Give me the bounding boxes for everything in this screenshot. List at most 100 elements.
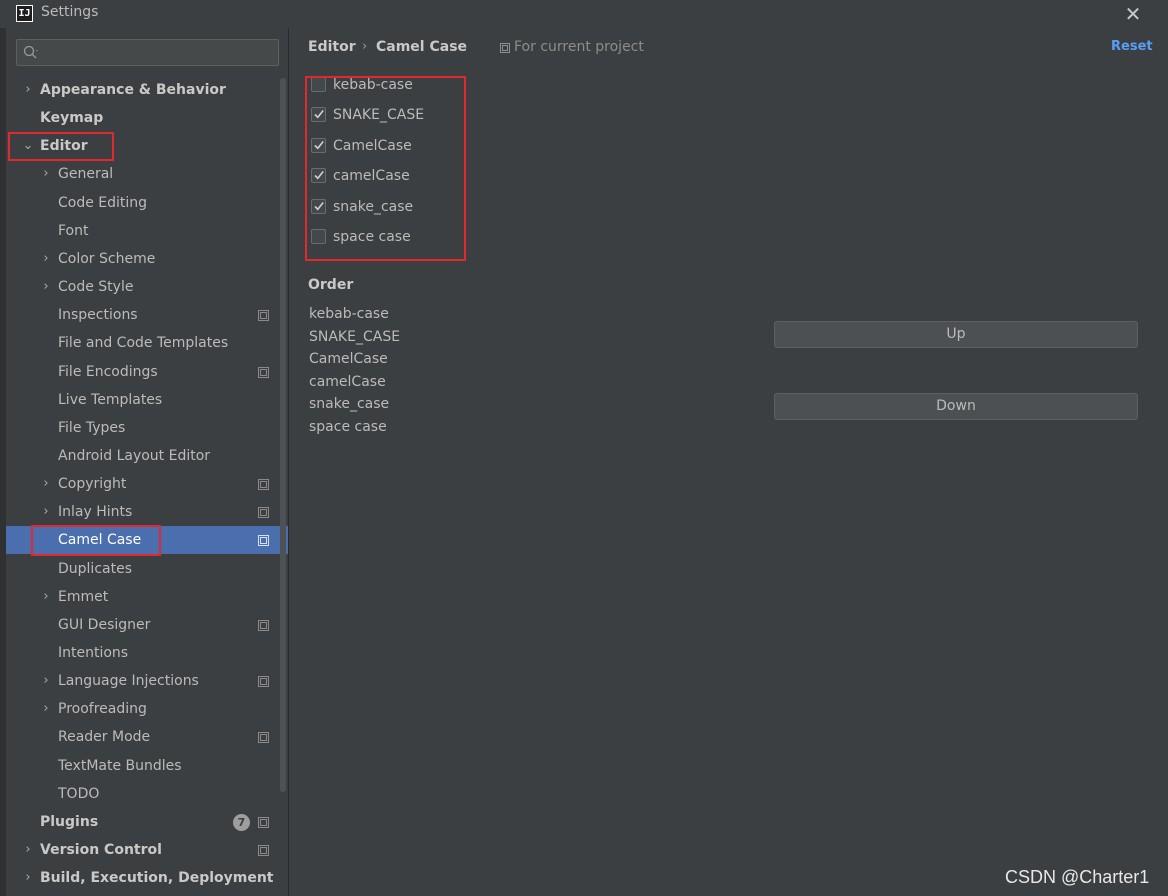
chevron-right-icon[interactable]: › xyxy=(40,245,52,273)
project-scope-icon xyxy=(258,479,269,491)
check-mark-icon xyxy=(314,201,324,211)
order-list-item[interactable]: SNAKE_CASE xyxy=(309,326,400,348)
down-button[interactable]: Down xyxy=(774,393,1138,420)
sidebar-item-inlay-hints[interactable]: › Inlay Hints xyxy=(6,498,288,526)
sidebar-item-label: Code Style xyxy=(58,279,134,296)
style-checkbox-label: CamelCase xyxy=(333,137,412,154)
window-title: Settings xyxy=(41,4,99,20)
sidebar-item-appearance-behavior[interactable]: › Appearance & Behavior xyxy=(6,76,288,104)
sidebar-item-proofreading[interactable]: › Proofreading xyxy=(6,695,288,723)
settings-content: Editor › Camel Case For current project … xyxy=(289,28,1168,896)
watermark: CSDN @Charter1 xyxy=(1005,867,1150,887)
chevron-down-icon[interactable]: ⌄ xyxy=(22,132,34,160)
sidebar-item-duplicates[interactable]: Duplicates xyxy=(6,555,288,583)
sidebar-item-gui-designer[interactable]: GUI Designer xyxy=(6,611,288,639)
sidebar-item-label: Keymap xyxy=(40,110,104,127)
sidebar-item-live-templates[interactable]: Live Templates xyxy=(6,386,288,414)
sidebar-item-inspections[interactable]: Inspections xyxy=(6,301,288,329)
check-mark-icon xyxy=(314,171,324,180)
style-checkbox-label: space case xyxy=(333,229,411,245)
checkbox-unchecked[interactable] xyxy=(311,229,326,244)
chevron-right-icon[interactable]: › xyxy=(22,864,34,892)
checkbox-checked[interactable] xyxy=(311,107,326,123)
sidebar-item-code-editing[interactable]: Code Editing xyxy=(6,189,288,217)
reset-link[interactable]: Reset xyxy=(1111,39,1153,54)
sidebar-item-label: General xyxy=(58,166,114,183)
sidebar-item-camel-case[interactable]: Camel Case xyxy=(6,526,288,555)
order-list-item[interactable]: kebab-case xyxy=(309,303,389,325)
chevron-right-icon[interactable]: › xyxy=(40,583,52,611)
sidebar-item-label: Proofreading xyxy=(58,701,147,718)
search-field[interactable] xyxy=(16,39,279,66)
chevron-right-icon[interactable]: › xyxy=(22,836,34,864)
sidebar-item-label: Duplicates xyxy=(58,560,132,577)
checkbox-checked[interactable] xyxy=(311,198,326,214)
sidebar-item-file-encodings[interactable]: File Encodings xyxy=(6,358,288,386)
chevron-right-icon[interactable]: › xyxy=(22,76,34,104)
sidebar-item-color-scheme[interactable]: › Color Scheme xyxy=(6,245,288,273)
search-input[interactable] xyxy=(47,42,272,63)
sidebar-item-intentions[interactable]: Intentions xyxy=(6,639,288,667)
chevron-right-icon[interactable]: › xyxy=(40,470,52,498)
sidebar-item-label: File Types xyxy=(58,419,126,436)
sidebar-item-general[interactable]: › General xyxy=(6,160,288,188)
sidebar-item-label: Language Injections xyxy=(58,673,199,690)
sidebar-item-file-types[interactable]: File Types xyxy=(6,414,288,442)
sidebar-item-label: Version Control xyxy=(40,842,162,859)
project-scope-icon xyxy=(258,619,269,631)
sidebar-item-textmate-bundles[interactable]: TextMate Bundles xyxy=(6,752,288,780)
sidebar-item-copyright[interactable]: › Copyright xyxy=(6,470,288,498)
project-scope-icon xyxy=(258,310,269,322)
sidebar-item-plugins[interactable]: Plugins 7 xyxy=(6,808,288,836)
project-scope-icon xyxy=(258,366,269,378)
title-bar: IJ Settings ✕ xyxy=(0,0,1168,28)
sidebar-item-version-control[interactable]: › Version Control xyxy=(6,836,288,864)
sidebar-item-label: Camel Case xyxy=(58,532,142,549)
order-heading: Order xyxy=(308,277,354,293)
sidebar-item-font[interactable]: Font xyxy=(6,217,288,245)
sidebar-item-language-injections[interactable]: › Language Injections xyxy=(6,667,288,695)
sidebar-item-label: Font xyxy=(58,222,89,239)
sidebar-item-code-style[interactable]: › Code Style xyxy=(6,273,288,301)
sidebar-item-label: File and Code Templates xyxy=(58,335,229,352)
sidebar-item-label: Plugins xyxy=(40,813,99,830)
sidebar-item-todo[interactable]: TODO xyxy=(6,780,288,808)
order-list-item[interactable]: snake_case xyxy=(309,393,389,415)
chevron-right-icon[interactable]: › xyxy=(40,273,52,301)
sidebar-item-label: Appearance & Behavior xyxy=(40,82,226,98)
sidebar-item-file-and-code-templates[interactable]: File and Code Templates xyxy=(6,329,288,357)
sidebar-item-label: Editor xyxy=(40,138,88,155)
chevron-right-icon[interactable]: › xyxy=(40,498,52,526)
order-list-item[interactable]: space case xyxy=(309,416,387,438)
sidebar-item-android-layout-editor[interactable]: Android Layout Editor xyxy=(6,442,288,470)
sidebar-item-label: Emmet xyxy=(58,588,109,605)
style-checkbox-label: SNAKE_CASE xyxy=(333,107,425,124)
breadcrumb-editor[interactable]: Editor xyxy=(308,39,356,55)
order-list-item[interactable]: CamelCase xyxy=(309,348,388,370)
sidebar-item-emmet[interactable]: › Emmet xyxy=(6,583,288,611)
project-scope-icon xyxy=(258,732,269,744)
chevron-right-icon[interactable]: › xyxy=(40,667,52,695)
sidebar-item-label: Android Layout Editor xyxy=(58,447,211,464)
intellij-logo-icon: IJ xyxy=(16,5,33,22)
plugins-update-badge: 7 xyxy=(233,813,250,831)
check-mark-icon xyxy=(314,110,324,119)
chevron-right-icon[interactable]: › xyxy=(40,160,52,188)
up-button[interactable]: Up xyxy=(774,321,1138,348)
style-checkbox-label: snake_case xyxy=(333,198,414,215)
order-list-item[interactable]: camelCase xyxy=(309,371,386,393)
search-icon xyxy=(23,45,38,59)
checkbox-unchecked[interactable] xyxy=(311,77,326,92)
check-mark-icon xyxy=(314,140,324,150)
sidebar-item-editor[interactable]: ⌄ Editor xyxy=(6,132,288,160)
checkbox-checked[interactable] xyxy=(311,137,326,153)
chevron-right-icon[interactable]: › xyxy=(40,695,52,723)
sidebar-item-build-execution-deployment[interactable]: › Build, Execution, Deployment xyxy=(6,864,288,892)
project-scope-icon xyxy=(500,43,510,53)
close-button[interactable]: ✕ xyxy=(1120,2,1146,26)
checkbox-checked[interactable] xyxy=(311,168,326,184)
sidebar-item-keymap[interactable]: Keymap xyxy=(6,104,288,132)
sidebar-scrollbar[interactable] xyxy=(280,78,286,792)
sidebar-item-label: TextMate Bundles xyxy=(58,757,182,774)
sidebar-item-reader-mode[interactable]: Reader Mode xyxy=(6,723,288,751)
